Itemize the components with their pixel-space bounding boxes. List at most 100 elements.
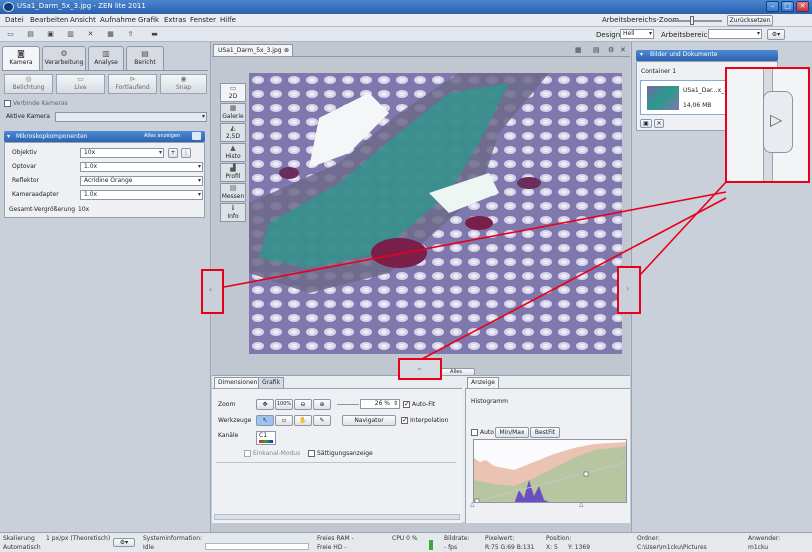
- microscope-image[interactable]: [249, 73, 622, 354]
- dimensions-scrollbar[interactable]: [214, 514, 460, 520]
- optovar-select[interactable]: 1.0x ▾: [80, 162, 203, 172]
- zoom-100-button[interactable]: 100%: [275, 399, 293, 410]
- menu-bearbeiten[interactable]: Bearbeiten: [30, 16, 68, 24]
- kameraadapter-select[interactable]: 1.0x ▾: [80, 190, 203, 200]
- expand-right-panel-icon[interactable]: ›: [626, 284, 629, 293]
- tab-bericht[interactable]: ▤ Bericht: [126, 46, 164, 70]
- continuous-button[interactable]: ⊳ Fortlaufend: [108, 74, 157, 94]
- workspace-zoom-thumb[interactable]: [690, 16, 694, 25]
- live-button[interactable]: ▭ Live: [56, 74, 105, 94]
- exposure-button[interactable]: ◎ Belichtung: [4, 74, 53, 94]
- expand-bottom-panel-icon[interactable]: ⌄: [416, 363, 423, 372]
- zoom-in-icon[interactable]: ⊕: [313, 399, 331, 410]
- histogram-plot[interactable]: [473, 439, 627, 503]
- fit-icon[interactable]: ✥: [256, 399, 274, 410]
- view-tab-histo[interactable]: ▲ Histo: [220, 143, 246, 162]
- new-icon[interactable]: ▭: [6, 30, 15, 38]
- save-as-icon[interactable]: ▥: [66, 30, 75, 38]
- zoom-out-icon[interactable]: ⊖: [294, 399, 312, 410]
- document-tab[interactable]: USa1_Darm_5x_3.jpg ⊗: [213, 44, 293, 56]
- workspace-settings-button[interactable]: ⚙▾: [767, 29, 785, 40]
- view-tab-2d[interactable]: ▭ 2D: [220, 83, 246, 102]
- pointer-tool-icon[interactable]: ↖: [256, 415, 274, 426]
- saturation-checkbox[interactable]: [308, 450, 315, 457]
- view-tab-profil[interactable]: ▟ Profil: [220, 163, 246, 182]
- navigator-button[interactable]: Navigator: [342, 415, 396, 426]
- scaling-settings-button[interactable]: ⚙▾: [113, 538, 135, 547]
- expand-left-panel-icon[interactable]: ‹: [209, 285, 212, 294]
- workspace-select[interactable]: ▾: [708, 29, 762, 39]
- menu-ansicht[interactable]: Ansicht: [70, 16, 96, 24]
- image-list-icon[interactable]: ▣: [640, 119, 652, 128]
- objektiv-more-button[interactable]: ⋮: [181, 148, 191, 158]
- open-icon[interactable]: ▤: [26, 30, 35, 38]
- black-point-marker[interactable]: △: [470, 501, 475, 508]
- close-button[interactable]: ✕: [796, 1, 809, 12]
- auto-checkbox[interactable]: [471, 429, 478, 436]
- save-icon[interactable]: ▣: [46, 30, 55, 38]
- bestfit-button[interactable]: BestFit: [530, 427, 560, 438]
- tab-dimensionen[interactable]: Dimensionen: [214, 377, 262, 388]
- collapse-icon[interactable]: ▾: [7, 133, 10, 140]
- undock-icon[interactable]: [192, 132, 201, 140]
- curve-handle-right[interactable]: [583, 471, 589, 477]
- zoom-spin-icon[interactable]: ⇕: [393, 400, 398, 408]
- export-icon[interactable]: ⇪: [126, 30, 135, 38]
- components-header[interactable]: ▾ Mikroskopkomponenten Alles anzeigen: [4, 131, 205, 142]
- split-view-icon[interactable]: ▤: [593, 46, 600, 54]
- objektiv-add-button[interactable]: +: [168, 148, 178, 158]
- settings-icon[interactable]: ⚙: [608, 46, 614, 54]
- rect-tool-icon[interactable]: ▫: [275, 415, 293, 426]
- minmax-button[interactable]: Min/Max: [495, 427, 529, 438]
- tab-verarbeitung[interactable]: ⚙ Verarbeitung: [42, 46, 86, 70]
- white-point-marker[interactable]: △: [579, 501, 584, 508]
- view-tab-25d[interactable]: ◭ 2,5D: [220, 123, 246, 142]
- remove-icon[interactable]: ✕: [654, 119, 664, 128]
- pipette-tool-icon[interactable]: ✎: [313, 415, 331, 426]
- collapse-icon[interactable]: ▾: [640, 50, 643, 60]
- images-documents-header[interactable]: ▾ Bilder und Dokumente: [636, 50, 778, 61]
- menu-datei[interactable]: Datei: [5, 16, 24, 24]
- channel-c1-button[interactable]: C1: [256, 431, 276, 445]
- scaling-auto: Automatisch: [3, 544, 41, 551]
- snap-button[interactable]: ◉ Snap: [160, 74, 207, 94]
- view-tab-info[interactable]: ℹ Info: [220, 203, 246, 222]
- workspace-zoom-slider[interactable]: [670, 20, 722, 22]
- menu-fenster[interactable]: Fenster: [190, 16, 216, 24]
- close-tab-icon[interactable]: ⊗: [284, 45, 289, 56]
- connect-cameras-checkbox[interactable]: [4, 100, 11, 107]
- view-tab-galerie[interactable]: ▦ Galerie: [220, 103, 246, 122]
- pan-tool-icon[interactable]: ✋: [294, 415, 312, 426]
- objektiv-select[interactable]: 10x ▾: [80, 148, 164, 158]
- grid-view-icon[interactable]: ▦: [575, 46, 582, 54]
- close-view-icon[interactable]: ✕: [620, 46, 626, 54]
- reflektor-select[interactable]: Acridine Orange ▾: [80, 176, 203, 186]
- maximize-button[interactable]: □: [781, 1, 794, 12]
- print-icon[interactable]: ▦: [106, 30, 115, 38]
- active-camera-select[interactable]: ▾: [55, 112, 207, 122]
- menu-extras[interactable]: Extras: [164, 16, 186, 24]
- curve-handle-left[interactable]: [474, 498, 480, 503]
- interpolation-checkbox[interactable]: [401, 416, 408, 424]
- view-tab-messen[interactable]: ▤ Messen: [220, 183, 246, 202]
- minimize-button[interactable]: –: [766, 1, 779, 12]
- design-select[interactable]: Hell ▾: [620, 29, 654, 39]
- single-channel-checkbox[interactable]: [244, 450, 251, 457]
- tab-kamera[interactable]: ◙ Kamera: [2, 46, 40, 70]
- reset-button[interactable]: Zurücksetzen: [727, 15, 773, 26]
- show-all-label[interactable]: Alles anzeigen: [144, 133, 180, 139]
- components-title: Mikroskopkomponenten: [16, 133, 88, 140]
- zoom-slider[interactable]: [337, 404, 359, 405]
- zoom-field[interactable]: 26 % ⇕: [360, 399, 400, 409]
- design-value: Hell: [623, 30, 635, 37]
- tab-analyse[interactable]: ▥ Analyse: [88, 46, 124, 70]
- menu-grafik[interactable]: Grafik: [138, 16, 159, 24]
- annotation-box-bottom: ⌄: [398, 358, 442, 380]
- tab-anzeige[interactable]: Anzeige: [467, 377, 499, 388]
- menu-hilfe[interactable]: Hilfe: [220, 16, 236, 24]
- close-doc-icon[interactable]: ✕: [86, 30, 95, 38]
- collapse-icon[interactable]: ▬: [150, 30, 159, 38]
- tab-grafik[interactable]: Grafik: [258, 377, 285, 388]
- menu-aufnahme[interactable]: Aufnahme: [100, 16, 136, 24]
- autofit-checkbox[interactable]: [403, 400, 410, 408]
